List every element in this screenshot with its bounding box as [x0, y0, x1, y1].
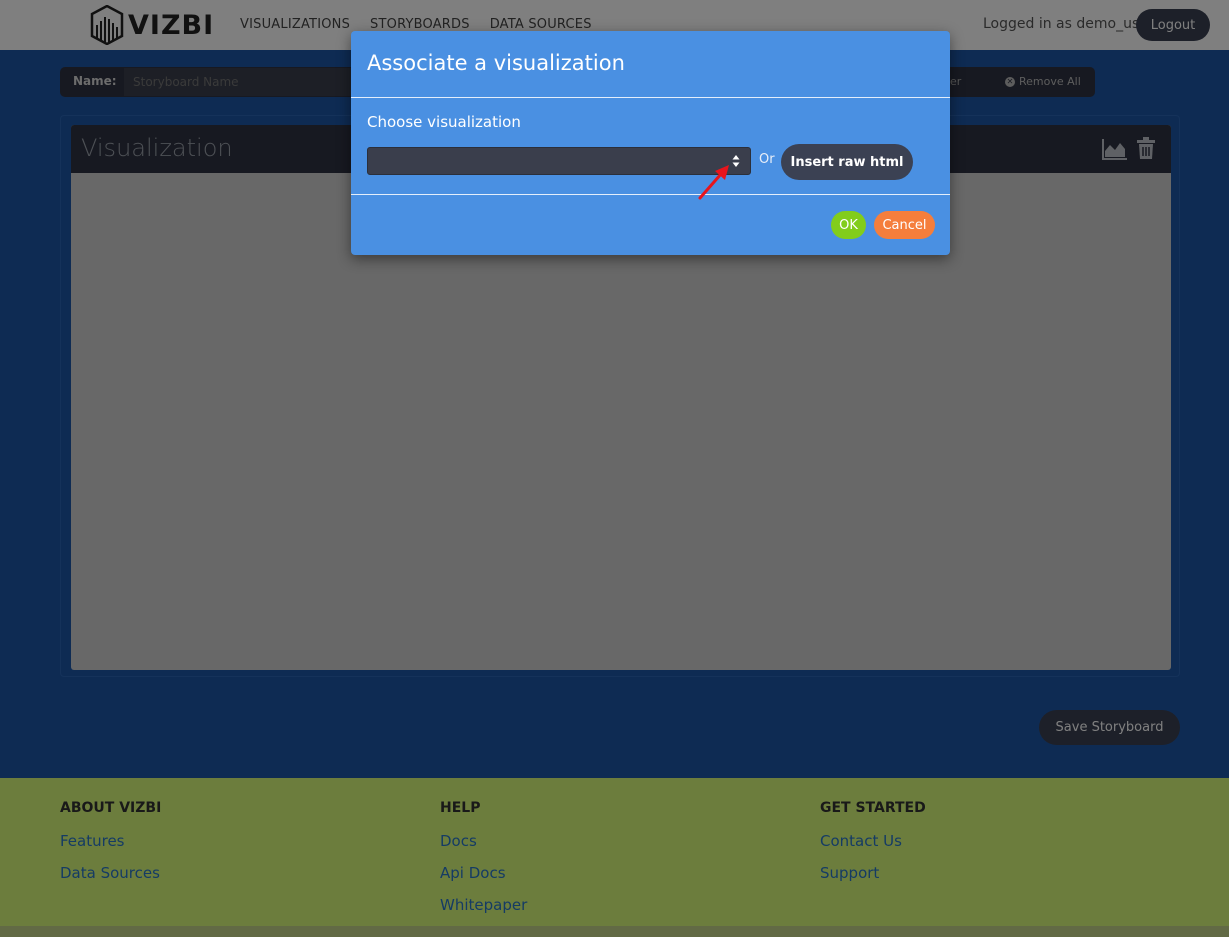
associate-visualization-dialog: Associate a visualization Choose visuali… [351, 31, 950, 255]
select-sort-arrows-icon [732, 155, 740, 167]
dialog-title: Associate a visualization [367, 51, 625, 75]
visualization-select[interactable] [367, 147, 751, 175]
cancel-button[interactable]: Cancel [874, 211, 935, 239]
dialog-footer-divider [351, 194, 950, 195]
dialog-header-divider [351, 97, 950, 98]
or-separator: Or [759, 152, 775, 167]
choose-visualization-label: Choose visualization [367, 113, 521, 131]
ok-button[interactable]: OK [831, 211, 866, 239]
insert-raw-html-button[interactable]: Insert raw html [781, 144, 913, 180]
